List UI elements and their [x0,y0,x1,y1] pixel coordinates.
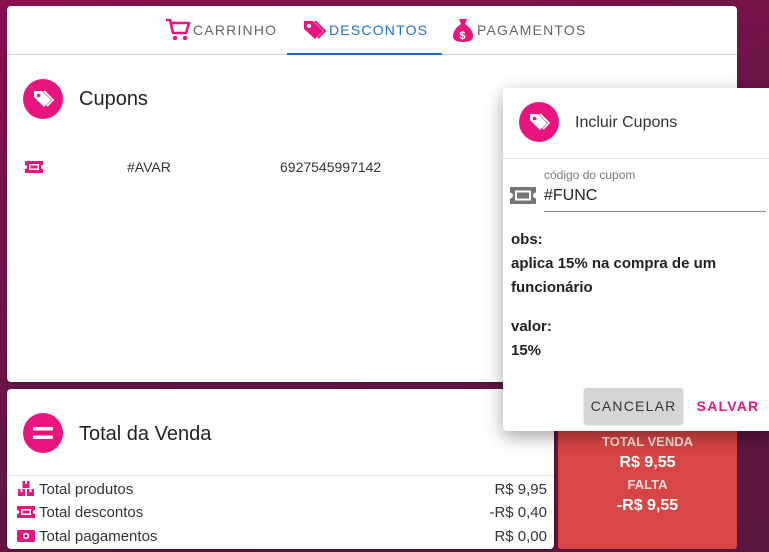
ticket-icon [25,161,43,173]
summary-box: TOTAL VENDA R$ 9,55 FALTA -R$ 9,55 [558,428,737,549]
cancel-button[interactable]: CANCELAR [584,388,683,424]
valor-value: 15% [511,342,542,359]
tab-carrinho[interactable]: CARRINHO [165,6,277,54]
falta-caption: FALTA [627,477,668,492]
cart-icon [166,18,191,41]
total-venda-title: Total da Venda [79,423,212,445]
obs-label: obs: [511,231,543,248]
cupons-title: Cupons [79,88,148,110]
total-produtos-value: R$ 9,95 [494,480,547,498]
total-venda-panel: Total da Venda Total produtos R$ 9,95 To… [7,389,554,549]
valor-label: valor: [511,318,552,335]
dialog-title: Incluir Cupons [575,114,678,131]
falta-value: -R$ 9,55 [616,497,679,514]
total-descontos-value: -R$ 0,40 [489,503,547,521]
total-pagamentos-label: Total pagamentos [39,527,158,545]
obs-text-line-1: aplica 15% na compra de um [511,255,717,272]
tags-icon [23,79,63,119]
total-venda-caption: TOTAL VENDA [601,434,693,449]
svg-text:$: $ [459,30,466,42]
tab-descontos[interactable]: DESCONTOS [287,6,443,55]
ticket-icon [17,506,35,518]
tab-carrinho-label: CARRINHO [193,22,278,38]
tab-pagamentos[interactable]: $ PAGAMENTOS [451,6,587,54]
tab-bar: CARRINHO DESCONTOS $ PAGAMENTOS [7,6,737,55]
equals-icon [23,413,63,453]
ticket-icon [510,187,536,204]
list-item[interactable]: #AVAR 6927545997142 [7,155,507,179]
total-descontos-label: Total descontos [39,503,144,521]
total-venda-value: R$ 9,55 [619,454,676,471]
money-icon [17,530,35,542]
coupon-code-input[interactable]: #FUNC [544,185,766,212]
total-pagamentos-row: Total pagamentos R$ 0,00 [17,525,547,547]
incluir-cupons-dialog: Incluir Cupons código do cupom #FUNC obs… [503,88,769,431]
tab-pagamentos-label: PAGAMENTOS [477,22,587,38]
money-bag-icon: $ [453,19,473,42]
divider [7,475,554,476]
total-produtos-row: Total produtos R$ 9,95 [17,478,547,500]
save-button[interactable]: SALVAR [693,388,763,424]
boxes-icon [18,481,34,496]
divider [503,158,769,159]
total-produtos-label: Total produtos [39,480,134,498]
total-pagamentos-value: R$ 0,00 [494,527,547,545]
coupon-code: #AVAR [127,159,171,175]
coupon-code-field-label: código do cupom [544,168,636,182]
obs-text-line-2: funcionário [511,279,593,296]
coupon-number: 6927545997142 [280,159,382,175]
tags-icon [304,20,327,39]
tags-icon [519,102,559,142]
tab-descontos-label: DESCONTOS [329,22,429,38]
total-descontos-row: Total descontos -R$ 0,40 [17,501,547,523]
